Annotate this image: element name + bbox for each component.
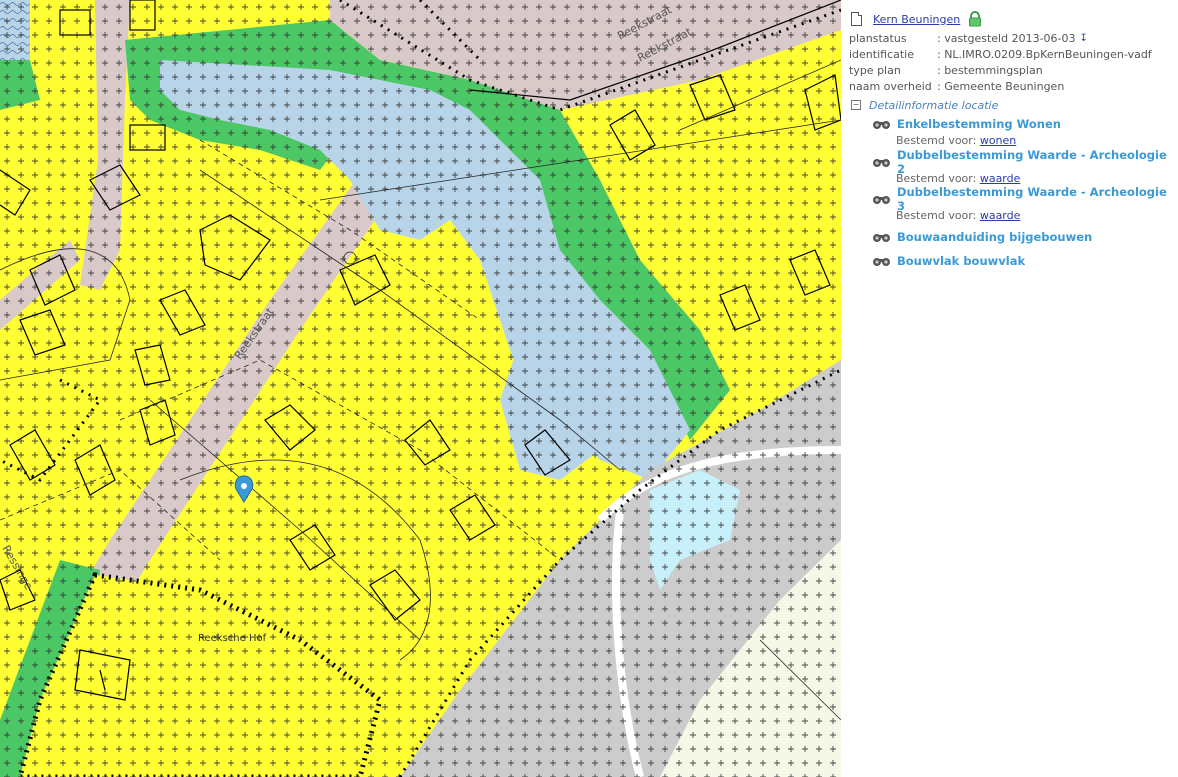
info-panel: Kern Beuningen planstatus : vastgesteld … xyxy=(841,0,1178,777)
binoculars-icon[interactable] xyxy=(872,232,891,243)
meta-row: identificatie : NL.IMRO.0209.BpKernBeuni… xyxy=(849,47,1152,63)
plan-metadata: planstatus : vastgesteld 2013-06-03 ↧ id… xyxy=(849,31,1152,95)
plan-header: Kern Beuningen xyxy=(851,11,982,27)
entry-archeologie-3: Dubbelbestemming Waarde - Archeologie 3 … xyxy=(872,185,1178,224)
binoculars-icon[interactable] xyxy=(872,194,891,205)
binoculars-icon[interactable] xyxy=(872,119,891,130)
binoculars-icon[interactable] xyxy=(872,157,891,168)
meta-key: identificatie xyxy=(849,48,915,61)
entry-sub-link[interactable]: waarde xyxy=(980,209,1021,222)
entry-sub-prefix: Bestemd voor: xyxy=(896,134,977,147)
meta-value: : NL.IMRO.0209.BpKernBeuningen-vadf xyxy=(937,48,1152,61)
entry-sub-prefix: Bestemd voor: xyxy=(896,209,977,222)
entry-sub-link[interactable]: waarde xyxy=(980,172,1021,185)
entry-name[interactable]: Bouwvlak bouwvlak xyxy=(897,254,1025,268)
entry-bouwaanduiding-bijgebouwen: Bouwaanduiding bijgebouwen xyxy=(872,229,1092,245)
meta-row: naam overheid : Gemeente Beuningen xyxy=(849,79,1152,95)
lock-icon xyxy=(968,11,982,27)
map-view[interactable]: Reekstraat Reekstraat Reekstraat Reeksch… xyxy=(0,0,841,777)
entry-name[interactable]: Enkelbestemming Wonen xyxy=(897,117,1061,131)
plan-link[interactable]: Kern Beuningen xyxy=(873,13,960,26)
download-icon[interactable]: ↧ xyxy=(1080,31,1088,47)
meta-key: naam overheid xyxy=(849,80,932,93)
document-icon xyxy=(851,12,862,26)
meta-key: planstatus xyxy=(849,32,907,45)
entry-enkelbestemming-wonen: Enkelbestemming Wonen Bestemd voor: wone… xyxy=(872,116,1061,149)
collapse-icon[interactable]: − xyxy=(851,100,861,110)
meta-value: : Gemeente Beuningen xyxy=(937,80,1065,93)
place-label: Reeksche Hof xyxy=(198,633,267,644)
entry-sub-prefix: Bestemd voor: xyxy=(896,172,977,185)
meta-row: type plan : bestemmingsplan xyxy=(849,63,1152,79)
entry-archeologie-2: Dubbelbestemming Waarde - Archeologie 2 … xyxy=(872,148,1178,187)
meta-value: : vastgesteld 2013-06-03 xyxy=(937,32,1076,45)
binoculars-icon[interactable] xyxy=(872,256,891,267)
entry-name[interactable]: Bouwaanduiding bijgebouwen xyxy=(897,230,1092,244)
detail-title: Detailinformatie locatie xyxy=(869,98,999,112)
meta-row: planstatus : vastgesteld 2013-06-03 ↧ xyxy=(849,31,1152,47)
entry-sub-link[interactable]: wonen xyxy=(980,134,1016,147)
meta-key: type plan xyxy=(849,64,901,77)
detail-toggle[interactable]: − Detailinformatie locatie xyxy=(851,98,998,112)
entry-bouwvlak: Bouwvlak bouwvlak xyxy=(872,253,1025,269)
meta-value: : bestemmingsplan xyxy=(937,64,1043,77)
